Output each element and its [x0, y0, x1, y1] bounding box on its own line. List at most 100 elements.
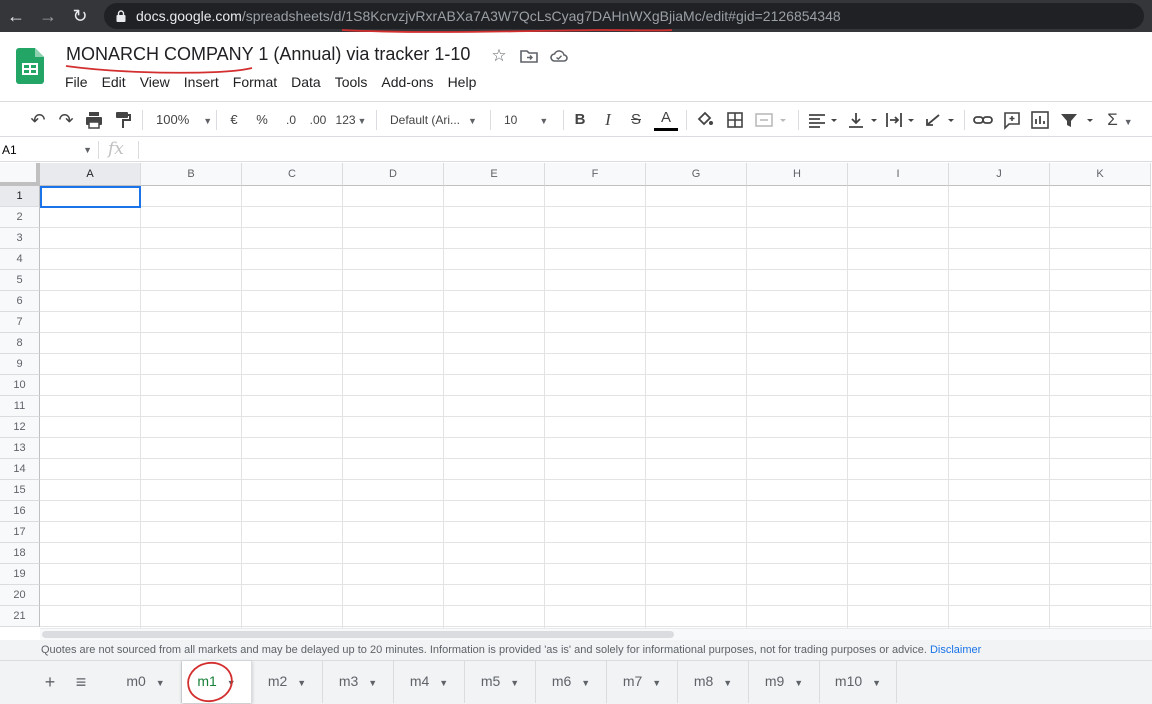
chevron-down-icon[interactable]: ▼	[652, 678, 661, 688]
row-header-12[interactable]: 12	[0, 417, 40, 438]
fill-color-icon[interactable]	[696, 109, 714, 131]
menu-format[interactable]: Format	[226, 72, 284, 94]
column-header-k[interactable]: K	[1050, 163, 1151, 186]
sheets-logo-icon[interactable]	[16, 48, 44, 84]
increase-decimals-button[interactable]: .00	[305, 109, 331, 131]
active-cell-a1[interactable]	[40, 186, 141, 208]
undo-icon[interactable]: ↶	[26, 109, 50, 131]
cell-area[interactable]	[40, 186, 1152, 628]
sheet-tab-m2[interactable]: m2 ▼	[252, 661, 323, 703]
row-header-17[interactable]: 17	[0, 522, 40, 543]
borders-icon[interactable]	[726, 109, 744, 131]
forward-icon[interactable]: →	[36, 4, 60, 28]
all-sheets-menu-icon[interactable]: ≡	[69, 670, 93, 694]
redo-icon[interactable]: ↷	[54, 109, 78, 131]
text-rotation-icon[interactable]	[924, 109, 958, 131]
paint-format-icon[interactable]	[114, 109, 132, 131]
menu-help[interactable]: Help	[441, 72, 484, 94]
sheet-tab-m6[interactable]: m6 ▼	[536, 661, 607, 703]
column-header-f[interactable]: F	[545, 163, 646, 186]
sheet-tab-m8[interactable]: m8 ▼	[678, 661, 749, 703]
row-header-1[interactable]: 1	[0, 186, 40, 207]
column-header-d[interactable]: D	[343, 163, 444, 186]
address-bar[interactable]: docs.google.com/spreadsheets/d/1S8Kcrvzj…	[104, 3, 1144, 29]
bold-button[interactable]: B	[571, 109, 589, 131]
star-icon[interactable]: ☆	[489, 46, 509, 66]
horizontal-align-icon[interactable]	[806, 109, 840, 131]
vertical-align-icon[interactable]	[846, 109, 880, 131]
sheet-tab-m10[interactable]: m10 ▼	[820, 661, 897, 703]
functions-button[interactable]: Σ ▼	[1104, 109, 1136, 131]
insert-chart-icon[interactable]	[1030, 109, 1050, 131]
column-header-i[interactable]: I	[848, 163, 949, 186]
merge-cells-icon[interactable]	[754, 109, 788, 131]
select-all-corner[interactable]	[0, 163, 40, 186]
column-header-g[interactable]: G	[646, 163, 747, 186]
text-color-button[interactable]: A	[654, 109, 678, 131]
row-header-19[interactable]: 19	[0, 564, 40, 585]
column-header-h[interactable]: H	[747, 163, 848, 186]
row-header-11[interactable]: 11	[0, 396, 40, 417]
chevron-down-icon[interactable]: ▼	[872, 678, 881, 688]
row-header-8[interactable]: 8	[0, 333, 40, 354]
chevron-down-icon[interactable]: ▼	[227, 678, 236, 688]
name-box[interactable]: A1 ▼	[2, 141, 94, 159]
sheet-tab-m5[interactable]: m5 ▼	[465, 661, 536, 703]
sheet-tab-m7[interactable]: m7 ▼	[607, 661, 678, 703]
print-icon[interactable]	[84, 109, 104, 131]
row-header-16[interactable]: 16	[0, 501, 40, 522]
more-formats-button[interactable]: 123 ▼	[333, 109, 369, 131]
formula-input[interactable]	[146, 142, 1136, 158]
row-header-14[interactable]: 14	[0, 459, 40, 480]
column-header-a[interactable]: A	[40, 163, 141, 186]
cloud-status-icon[interactable]	[549, 46, 569, 66]
row-header-15[interactable]: 15	[0, 480, 40, 501]
menu-add-ons[interactable]: Add-ons	[374, 72, 440, 94]
menu-insert[interactable]: Insert	[177, 72, 226, 94]
menu-file[interactable]: File	[58, 72, 95, 94]
row-header-7[interactable]: 7	[0, 312, 40, 333]
row-header-21[interactable]: 21	[0, 606, 40, 627]
menu-data[interactable]: Data	[284, 72, 328, 94]
font-size-select[interactable]: 10 ▼	[498, 109, 556, 131]
chevron-down-icon[interactable]: ▼	[723, 678, 732, 688]
font-family-select[interactable]: Default (Ari... ▼	[386, 109, 482, 131]
column-header-b[interactable]: B	[141, 163, 242, 186]
row-header-13[interactable]: 13	[0, 438, 40, 459]
row-header-4[interactable]: 4	[0, 249, 40, 270]
back-icon[interactable]: ←	[4, 4, 28, 28]
row-header-20[interactable]: 20	[0, 585, 40, 606]
chevron-down-icon[interactable]: ▼	[439, 678, 448, 688]
row-header-18[interactable]: 18	[0, 543, 40, 564]
strikethrough-button[interactable]: S	[627, 109, 645, 131]
reload-icon[interactable]: ↻	[68, 4, 92, 28]
add-sheet-icon[interactable]: +	[38, 670, 62, 694]
decrease-decimals-button[interactable]: .0	[279, 109, 303, 131]
menu-tools[interactable]: Tools	[328, 72, 375, 94]
sheet-tab-m3[interactable]: m3 ▼	[323, 661, 394, 703]
text-wrapping-icon[interactable]	[884, 109, 918, 131]
menu-edit[interactable]: Edit	[95, 72, 133, 94]
sheet-tab-m9[interactable]: m9 ▼	[749, 661, 820, 703]
sheet-tab-m1[interactable]: m1 ▼	[182, 661, 252, 703]
currency-format-button[interactable]: €	[224, 109, 244, 131]
row-header-3[interactable]: 3	[0, 228, 40, 249]
row-header-6[interactable]: 6	[0, 291, 40, 312]
zoom-select[interactable]: 100% ▼	[150, 109, 212, 131]
sheet-tab-m4[interactable]: m4 ▼	[394, 661, 465, 703]
move-folder-icon[interactable]	[519, 46, 539, 66]
document-title[interactable]: MONARCH COMPANY 1 (Annual) via tracker 1…	[66, 44, 470, 65]
italic-button[interactable]: I	[599, 109, 617, 131]
insert-comment-icon[interactable]	[1002, 109, 1022, 131]
column-header-j[interactable]: J	[949, 163, 1050, 186]
sheet-tab-m0[interactable]: m0 ▼	[110, 661, 182, 703]
chevron-down-icon[interactable]: ▼	[581, 678, 590, 688]
chevron-down-icon[interactable]: ▼	[510, 678, 519, 688]
column-header-c[interactable]: C	[242, 163, 343, 186]
row-header-10[interactable]: 10	[0, 375, 40, 396]
row-header-9[interactable]: 9	[0, 354, 40, 375]
disclaimer-link[interactable]: Disclaimer	[930, 644, 981, 656]
filter-icon[interactable]	[1058, 109, 1098, 131]
horizontal-scrollbar-thumb[interactable]	[42, 631, 674, 638]
row-header-5[interactable]: 5	[0, 270, 40, 291]
